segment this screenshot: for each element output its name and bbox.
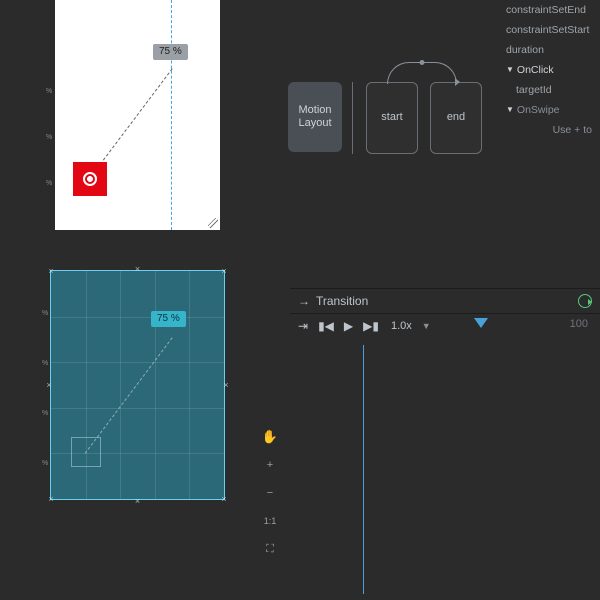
selection-handle-icon[interactable]: ×: [45, 381, 53, 389]
timeline-panel: → Transition ⇥ ▮◀ ▶ ▶▮ 1.0x ▼ 100: [290, 288, 600, 600]
prop-duration[interactable]: duration: [500, 40, 600, 60]
ruler-tick: %: [46, 88, 52, 95]
prop-constraintset-start[interactable]: constraintSetStart: [500, 20, 600, 40]
design-preview-light[interactable]: 75 %: [55, 0, 220, 230]
playhead-line[interactable]: [363, 345, 364, 594]
ruler-tick: %: [42, 460, 48, 467]
prop-constraintset-end[interactable]: constraintSetEnd: [500, 0, 600, 20]
zoom-reset-button[interactable]: 1:1: [259, 510, 281, 532]
position-badge: 75 %: [153, 44, 188, 60]
timeline-title: Transition: [316, 294, 368, 308]
timeline-track[interactable]: [298, 345, 592, 594]
playback-controls: ⇥ ▮◀ ▶ ▶▮ 1.0x ▼ 100: [290, 314, 600, 338]
step-back-button[interactable]: ▮◀: [318, 319, 334, 333]
step-forward-button[interactable]: ▶▮: [363, 319, 379, 333]
constraintset-end-node[interactable]: end: [430, 82, 482, 154]
selection-handle-icon[interactable]: ×: [47, 495, 55, 503]
zoom-in-button[interactable]: +: [259, 454, 281, 476]
guideline-vertical[interactable]: [171, 0, 172, 230]
chevron-down-icon[interactable]: ▼: [422, 321, 431, 331]
prop-section-onswipe[interactable]: OnSwipe: [500, 100, 600, 120]
position-badge: 75 %: [151, 311, 186, 327]
blueprint-preview[interactable]: 75 % × × × × × × × ×: [50, 270, 225, 500]
motion-scene-graph: Motion Layout start end: [288, 60, 498, 175]
prop-section-onclick[interactable]: OnClick: [500, 60, 600, 80]
resize-grip-icon[interactable]: [208, 218, 218, 228]
selection-handle-icon[interactable]: ×: [222, 381, 230, 389]
target-view-outline[interactable]: [71, 437, 101, 467]
divider: [352, 82, 353, 154]
transition-arrow-icon[interactable]: [387, 62, 457, 84]
ruler-tick: %: [42, 410, 48, 417]
zoom-out-button[interactable]: −: [259, 482, 281, 504]
constraintset-start-node[interactable]: start: [366, 82, 418, 154]
properties-panel: constraintSetEnd constraintSetStart dura…: [500, 0, 600, 140]
prop-target-id[interactable]: targetId: [500, 80, 600, 100]
selection-handle-icon[interactable]: ×: [134, 497, 142, 505]
playhead-marker-icon[interactable]: [474, 318, 488, 328]
pan-tool-button[interactable]: ✋: [259, 426, 281, 448]
selection-handle-icon[interactable]: ×: [220, 495, 228, 503]
prop-empty-hint: Use + to: [500, 120, 600, 140]
loop-icon[interactable]: [578, 294, 592, 308]
view-tools: ✋ + − 1:1 ⛶: [258, 426, 282, 560]
ruler-tick: %: [42, 360, 48, 367]
timeline-end-frame: 100: [570, 318, 588, 330]
playback-speed[interactable]: 1.0x: [391, 320, 412, 332]
anchor-handle-icon: [83, 172, 97, 186]
go-to-start-button[interactable]: ⇥: [298, 319, 308, 333]
motion-layout-node[interactable]: Motion Layout: [288, 82, 342, 152]
ruler-tick: %: [46, 134, 52, 141]
artboard-light: 75 %: [55, 0, 220, 230]
zoom-fit-button[interactable]: ⛶: [259, 538, 281, 560]
transition-arrow-icon: →: [298, 294, 310, 308]
selection-handle-icon[interactable]: ×: [220, 267, 228, 275]
play-button[interactable]: ▶: [344, 319, 353, 333]
ruler-tick: %: [46, 180, 52, 187]
ruler-tick: %: [42, 310, 48, 317]
selection-handle-icon[interactable]: ×: [134, 265, 142, 273]
artboard-blueprint: 75 % × × × × × × × ×: [50, 270, 225, 500]
target-view[interactable]: [73, 162, 107, 196]
selection-handle-icon[interactable]: ×: [47, 267, 55, 275]
